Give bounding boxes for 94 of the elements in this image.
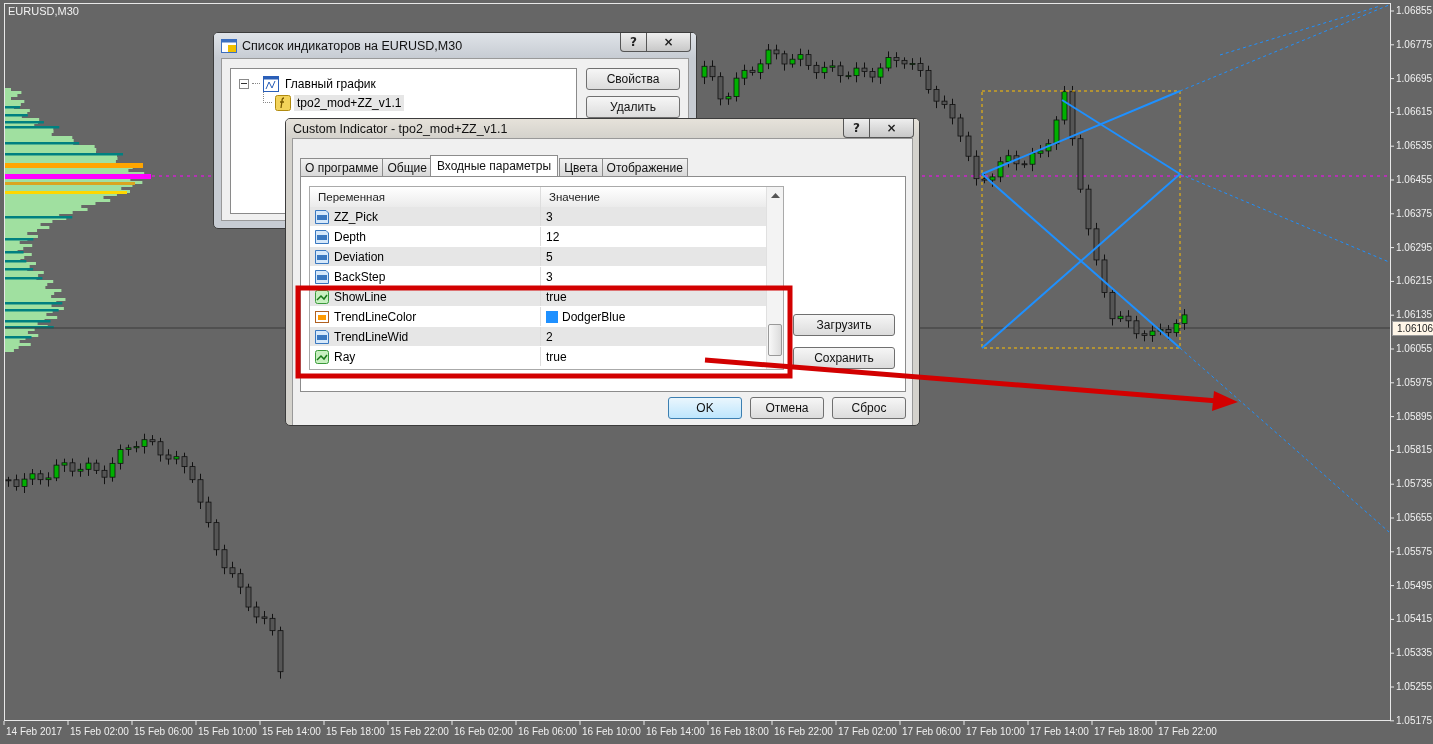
vertical-scrollbar[interactable] — [766, 187, 783, 369]
time-axis-label: 17 Feb 14:00 — [1030, 726, 1090, 737]
close-button[interactable]: × — [647, 33, 691, 52]
table-cell: TrendLineWid — [310, 327, 541, 346]
dialog-button[interactable]: Отмена — [750, 397, 824, 419]
time-axis-label: 17 Feb 18:00 — [1094, 726, 1154, 737]
price-axis-label: 1.05575 — [1396, 544, 1433, 559]
scroll-up-arrow-icon[interactable] — [770, 193, 780, 198]
time-axis-label: 15 Feb 22:00 — [390, 726, 450, 737]
time-axis-label: 16 Feb 22:00 — [774, 726, 834, 737]
chart-window-icon — [221, 38, 237, 53]
boolean-type-icon — [314, 348, 330, 365]
number-type-icon — [314, 328, 330, 345]
price-axis-label: 1.06535 — [1396, 139, 1433, 154]
tab[interactable]: Цвета — [559, 158, 603, 176]
price-axis-label: 1.05175 — [1396, 713, 1433, 728]
table-cell: DodgerBlue — [541, 307, 766, 326]
table-cell-text: true — [545, 288, 568, 306]
price-axis-label: 1.06375 — [1396, 206, 1433, 221]
dialog-button[interactable]: Загрузить — [793, 314, 895, 336]
time-axis-label: 17 Feb 06:00 — [902, 726, 962, 737]
time-axis-label: 17 Feb 22:00 — [1158, 726, 1218, 737]
time-axis-label: 15 Feb 10:00 — [198, 726, 258, 737]
table-cell-text: 2 — [545, 328, 554, 346]
price-axis-label: 1.05255 — [1396, 679, 1433, 694]
column-header[interactable]: Значение — [541, 187, 766, 207]
dialog-title: Список индикаторов на EURUSD,M30 — [242, 38, 463, 53]
dialog-button[interactable]: Свойства — [586, 68, 680, 90]
time-axis-label: 16 Feb 14:00 — [646, 726, 706, 737]
time-axis-label: 14 Feb 2017 — [6, 726, 64, 737]
price-axis-label: 1.06615 — [1396, 105, 1433, 120]
time-axis-label: 15 Feb 18:00 — [326, 726, 386, 737]
time-axis-label: 16 Feb 02:00 — [454, 726, 514, 737]
tree-item[interactable]: tpo2_mod+ZZ_v1.1 — [294, 94, 405, 111]
time-axis-label: 15 Feb 06:00 — [134, 726, 194, 737]
price-axis-label: 1.06215 — [1396, 274, 1433, 289]
price-axis-label: 1.06295 — [1396, 240, 1433, 255]
tab[interactable]: Входные параметры — [429, 155, 559, 176]
price-axis-label: 1.06135 — [1396, 308, 1433, 323]
chart-icon — [263, 75, 279, 92]
table-cell: Deviation — [310, 247, 541, 266]
table-cell-text: true — [545, 348, 568, 366]
price-axis-label: 1.05735 — [1396, 477, 1433, 492]
number-type-icon — [314, 228, 330, 245]
time-axis-label: 16 Feb 06:00 — [518, 726, 578, 737]
price-axis-label: 1.05895 — [1396, 409, 1433, 424]
dialog-title: Custom Indicator - tpo2_mod+ZZ_v1.1 — [293, 121, 508, 136]
price-axis-label: 1.05335 — [1396, 646, 1433, 661]
table-cell: BackStep — [310, 267, 541, 286]
dialog-button[interactable]: Сброс — [832, 397, 906, 419]
time-axis-label: 17 Feb 10:00 — [966, 726, 1026, 737]
function-icon — [275, 94, 291, 111]
close-button[interactable]: × — [870, 119, 914, 138]
tab[interactable]: О программе — [300, 158, 384, 176]
dialog-button[interactable]: Сохранить — [793, 347, 895, 369]
price-axis-label: 1.06695 — [1396, 71, 1433, 86]
price-axis-label: 1.05975 — [1396, 375, 1433, 390]
table-cell-text: 3 — [545, 268, 554, 286]
tab[interactable]: Отображение — [601, 158, 688, 176]
price-axis-label: 1.05655 — [1396, 510, 1433, 525]
table-cell-text: 5 — [545, 248, 554, 266]
price-axis-label: 1.05815 — [1396, 443, 1433, 458]
table-cell: Depth — [310, 227, 541, 246]
number-type-icon — [314, 208, 330, 225]
help-button[interactable]: ? — [620, 33, 647, 52]
table-cell: TrendLineColor — [310, 307, 541, 326]
price-axis-label: 1.05415 — [1396, 612, 1433, 627]
table-cell: Ray — [310, 347, 541, 366]
chart-symbol-label: EURUSD,M30 — [8, 5, 79, 17]
price-axis-label: 1.06775 — [1396, 37, 1433, 52]
dialog-button[interactable]: OK — [668, 397, 742, 419]
tree-item[interactable]: Главный график — [282, 75, 379, 92]
tab[interactable]: Общие — [382, 158, 432, 176]
color-type-icon — [314, 308, 330, 325]
time-axis-label: 17 Feb 02:00 — [838, 726, 898, 737]
table-cell-text: 12 — [545, 228, 561, 246]
help-button[interactable]: ? — [843, 119, 870, 138]
price-axis-label: 1.06455 — [1396, 173, 1433, 187]
price-axis-label: 1.06055 — [1396, 341, 1433, 356]
table-cell: ShowLine — [310, 287, 541, 306]
time-axis-label: 16 Feb 10:00 — [582, 726, 642, 737]
price-axis-label: 1.05495 — [1396, 578, 1433, 593]
expand-toggle-icon[interactable] — [239, 78, 249, 89]
current-price-label: 1.06106 — [1392, 321, 1433, 336]
time-axis-label: 16 Feb 18:00 — [710, 726, 770, 737]
dialog-button[interactable]: Удалить — [586, 96, 680, 118]
time-axis-label: 15 Feb 02:00 — [70, 726, 130, 737]
table-cell: ZZ_Pick — [310, 207, 541, 226]
table-cell-text: 3 — [545, 208, 554, 226]
scrollbar-thumb[interactable] — [768, 324, 782, 356]
number-type-icon — [314, 268, 330, 285]
price-axis-label: 1.06855 — [1396, 4, 1433, 18]
number-type-icon — [314, 248, 330, 265]
time-axis-label: 15 Feb 14:00 — [262, 726, 322, 737]
